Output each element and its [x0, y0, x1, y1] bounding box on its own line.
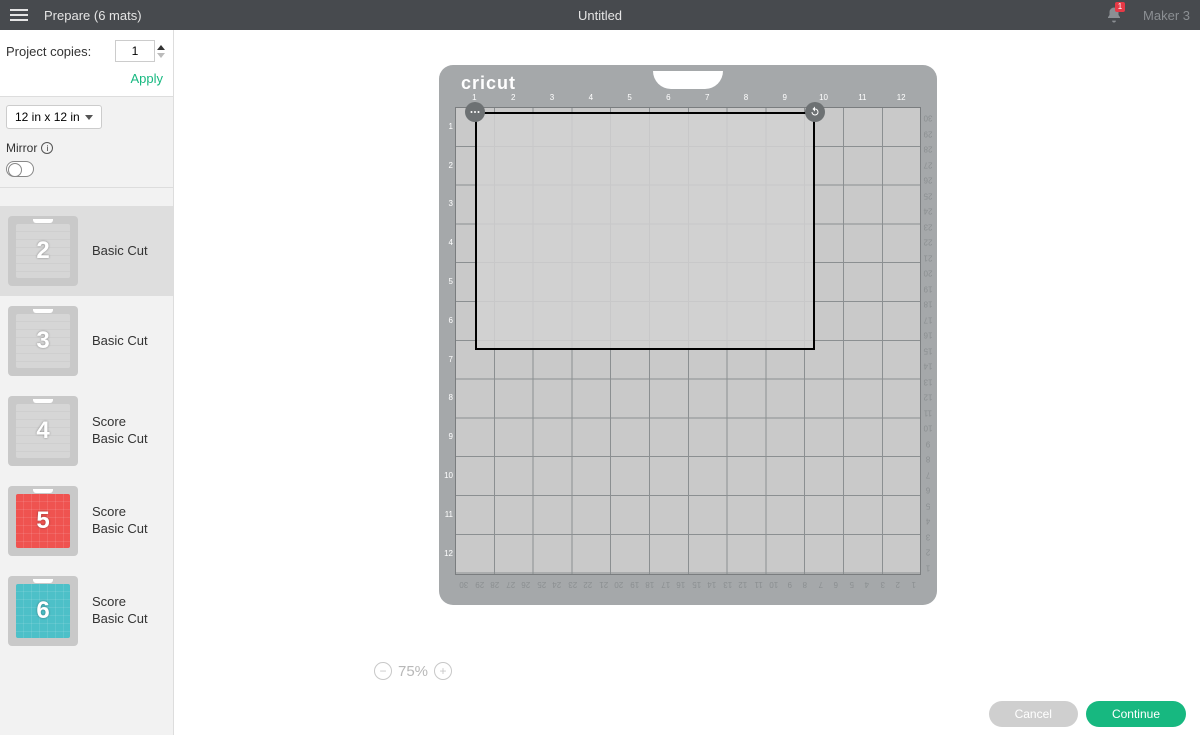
zoom-control: − 75% +: [374, 662, 452, 680]
mat-number: 3: [36, 327, 49, 355]
project-copies-input[interactable]: [115, 40, 155, 62]
ruler-left: 123456789101112: [443, 107, 455, 575]
mat-label: Score Basic Cut: [92, 414, 148, 448]
zoom-level: 75%: [398, 663, 428, 680]
cancel-button[interactable]: Cancel: [989, 701, 1078, 727]
mat-label: Score Basic Cut: [92, 594, 148, 628]
mat-list: 2 Basic Cut 3 Basic Cut 4 Score Basic Cut 5 Sco…: [0, 206, 173, 735]
footer-buttons: Cancel Continue: [989, 701, 1186, 727]
project-copies-label: Project copies:: [6, 44, 91, 59]
mat-item-5[interactable]: 5 Score Basic Cut: [0, 476, 173, 566]
top-bar: Prepare (6 mats) Untitled 1 Maker 3: [0, 0, 1200, 30]
mat-brand-label: cricut: [461, 73, 516, 94]
mat-thumb: 6: [8, 576, 78, 646]
ruler-right-cm: 1234567891011121314151617181920212223242…: [921, 107, 935, 575]
project-copies-row: Project copies:: [0, 30, 173, 66]
main-canvas-area: cricut 123456789101112 123456789101112 1…: [174, 30, 1200, 735]
continue-button[interactable]: Continue: [1086, 701, 1186, 727]
mat-hanger-icon: [653, 71, 723, 89]
sidebar: Project copies: Apply 12 in x 12 in Mirr…: [0, 30, 174, 735]
copies-stepper[interactable]: [157, 45, 165, 58]
stepper-up-icon[interactable]: [157, 45, 165, 50]
mat-size-value: 12 in x 12 in: [15, 110, 80, 124]
chevron-down-icon: [85, 115, 93, 120]
notification-badge: 1: [1115, 2, 1125, 12]
mat-label: Basic Cut: [92, 243, 148, 260]
zoom-out-button[interactable]: −: [374, 662, 392, 680]
menu-hamburger-icon[interactable]: [10, 4, 32, 26]
info-icon[interactable]: i: [41, 142, 53, 154]
mirror-toggle[interactable]: [6, 161, 34, 177]
options-handle-icon[interactable]: [465, 102, 485, 122]
apply-button[interactable]: Apply: [130, 71, 163, 86]
mat-thumb: 5: [8, 486, 78, 556]
mat-preview: cricut 123456789101112 123456789101112 1…: [439, 65, 937, 605]
mat-item-6[interactable]: 6 Score Basic Cut: [0, 566, 173, 656]
bell-icon[interactable]: 1: [1105, 6, 1123, 24]
mat-number: 2: [36, 237, 49, 265]
mat-number: 6: [36, 597, 49, 625]
ruler-bottom-cm: 1234567891011121314151617181920212223242…: [455, 575, 921, 589]
mirror-row: Mirror i: [0, 133, 173, 159]
page-title: Prepare (6 mats): [44, 8, 142, 23]
mat-thumb: 3: [8, 306, 78, 376]
mat-thumb: 2: [8, 216, 78, 286]
mat-item-4[interactable]: 4 Score Basic Cut: [0, 386, 173, 476]
mat-label: Basic Cut: [92, 333, 148, 350]
mat-thumb: 4: [8, 396, 78, 466]
divider: [0, 187, 173, 188]
document-title: Untitled: [578, 8, 622, 23]
mat-grid[interactable]: [455, 107, 921, 575]
mirror-label: Mirror: [6, 141, 37, 155]
mat-item-2[interactable]: 2 Basic Cut: [0, 206, 173, 296]
mat-size-select[interactable]: 12 in x 12 in: [6, 105, 102, 129]
zoom-in-button[interactable]: +: [434, 662, 452, 680]
rotate-handle-icon[interactable]: [805, 102, 825, 122]
selected-shape[interactable]: [475, 112, 815, 350]
ruler-top: 123456789101112: [455, 93, 921, 107]
device-label[interactable]: Maker 3: [1143, 8, 1190, 23]
stepper-down-icon[interactable]: [157, 53, 165, 58]
mat-number: 5: [36, 507, 49, 535]
mat-label: Score Basic Cut: [92, 504, 148, 538]
mat-number: 4: [36, 417, 49, 445]
mat-item-3[interactable]: 3 Basic Cut: [0, 296, 173, 386]
